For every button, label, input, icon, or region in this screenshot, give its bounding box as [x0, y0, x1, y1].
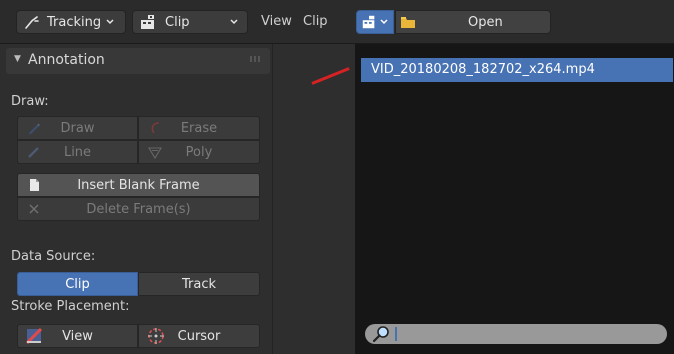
clip-editor-icon [141, 15, 154, 29]
search-icon [372, 326, 389, 343]
delete-frame-label: Delete Frame(s) [86, 201, 191, 217]
insert-blank-frame-label: Insert Blank Frame [77, 177, 200, 193]
panel-title: Annotation [28, 52, 105, 68]
clip-editor-icon [362, 15, 375, 29]
menu-clip[interactable]: Clip [303, 10, 328, 34]
open-label: Open [468, 14, 503, 30]
cursor-placement-label: Cursor [177, 328, 221, 344]
open-button[interactable]: Open [395, 10, 551, 34]
clip-editor-header: Tracking Clip View Clip Open [0, 0, 674, 44]
clip-source-label: Clip [65, 276, 90, 292]
chevron-down-icon [230, 19, 238, 25]
data-source-track-button[interactable]: Track [138, 272, 260, 296]
x-icon [29, 204, 39, 214]
collapse-triangle-icon: ▼ [14, 54, 21, 64]
track-source-label: Track [181, 276, 217, 292]
poly-tool-button[interactable]: Poly [138, 140, 260, 164]
polygon-icon [148, 147, 162, 160]
new-page-icon [30, 179, 39, 191]
stroke-placement-view-button[interactable]: View [17, 324, 138, 348]
file-item[interactable]: VID_20180208_182702_x264.mp4 [361, 58, 673, 82]
eraser-icon [151, 122, 160, 134]
data-source-label: Data Source: [11, 249, 96, 264]
text-cursor [395, 327, 397, 341]
line-tool-label: Line [63, 144, 92, 160]
drag-grip-icon[interactable] [250, 56, 262, 62]
line-pencil-icon [28, 147, 39, 158]
poly-tool-label: Poly [185, 144, 213, 160]
insert-blank-frame-button[interactable]: Insert Blank Frame [17, 173, 260, 197]
annotation-panel-area: ▼ Annotation Draw: Draw Erase Line Poly [0, 44, 272, 354]
stroke-placement-label: Stroke Placement: [11, 299, 130, 314]
erase-tool-button[interactable]: Erase [138, 116, 260, 140]
mode-dropdown[interactable]: Tracking [16, 10, 126, 34]
draw-label: Draw: [11, 94, 49, 109]
stroke-placement-cursor-button[interactable]: Cursor [138, 324, 260, 348]
annotation-panel-header[interactable]: ▼ Annotation [6, 48, 270, 74]
draw-tool-label: Draw [60, 120, 95, 136]
cursor-target-icon [148, 328, 164, 344]
draw-tool-button[interactable]: Draw [17, 116, 138, 140]
tracking-icon [25, 16, 39, 29]
erase-tool-label: Erase [180, 120, 218, 136]
delete-frame-button[interactable]: Delete Frame(s) [17, 197, 260, 221]
view-type-dropdown[interactable]: Clip [132, 10, 248, 34]
chevron-down-icon [380, 19, 388, 25]
view-placement-label: View [62, 328, 93, 344]
clip-view-area [272, 44, 355, 354]
data-source-clip-button[interactable]: Clip [17, 272, 138, 296]
pencil-icon [29, 123, 40, 135]
view-type-label: Clip [165, 14, 190, 30]
file-browser-editor-dropdown[interactable] [356, 10, 394, 34]
chevron-down-icon [106, 19, 114, 25]
view-placement-icon [26, 328, 42, 344]
line-tool-button[interactable]: Line [17, 140, 138, 164]
folder-icon [401, 17, 415, 28]
mode-label: Tracking [47, 14, 102, 30]
file-search-field[interactable] [365, 324, 667, 344]
file-browser: VID_20180208_182702_x264.mp4 [355, 44, 674, 354]
menu-view[interactable]: View [261, 10, 292, 34]
